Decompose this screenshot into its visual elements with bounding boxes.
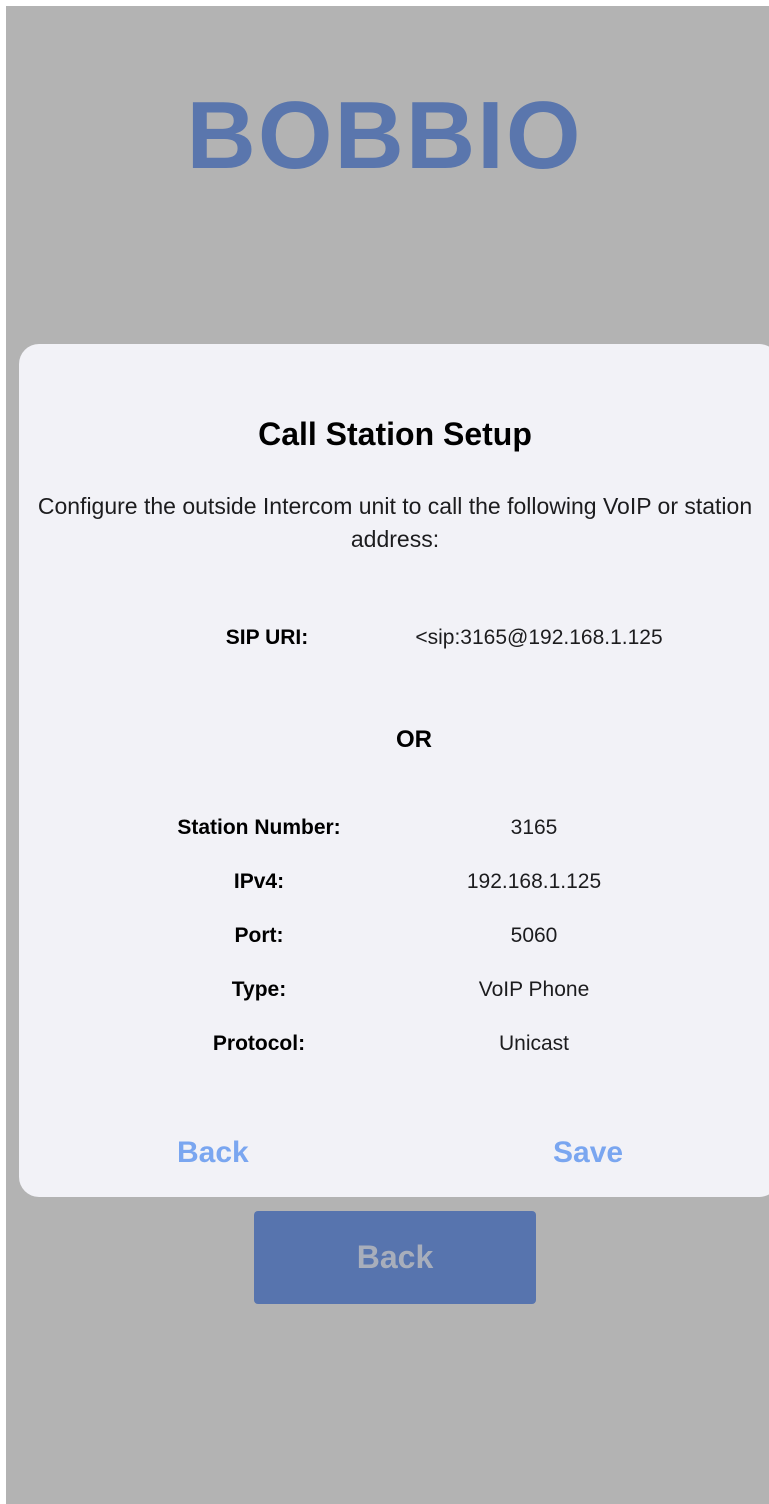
- station-number-value: 3165: [510, 816, 558, 839]
- back-button[interactable]: Back: [254, 1211, 536, 1304]
- type-label: Type:: [231, 978, 287, 1001]
- station-number-label: Station Number:: [177, 816, 341, 839]
- dialog-save-button[interactable]: Save: [553, 1136, 623, 1170]
- dialog-back-button[interactable]: Back: [177, 1136, 249, 1170]
- brand-logo-text: BOBBIO: [186, 82, 583, 189]
- ipv4-value: 192.168.1.125: [466, 870, 602, 893]
- type-value: VoIP Phone: [478, 978, 590, 1001]
- dialog-message: Configure the outside Intercom unit to c…: [37, 493, 753, 552]
- sip-uri-value: <sip:3165@192.168.1.125: [415, 626, 663, 649]
- app-screen: BOBBIO Back Call Station Setup Configure…: [6, 6, 769, 1504]
- protocol-label: Protocol:: [212, 1032, 306, 1055]
- or-divider-text: OR: [396, 726, 432, 753]
- dialog-title: Call Station Setup: [258, 416, 532, 452]
- ipv4-label: IPv4:: [233, 870, 285, 893]
- port-value: 5060: [510, 924, 558, 947]
- protocol-value: Unicast: [498, 1032, 570, 1055]
- port-label: Port:: [234, 924, 284, 947]
- sip-uri-label: SIP URI:: [225, 626, 309, 649]
- call-station-setup-dialog: Call Station Setup Configure the outside…: [19, 344, 769, 1197]
